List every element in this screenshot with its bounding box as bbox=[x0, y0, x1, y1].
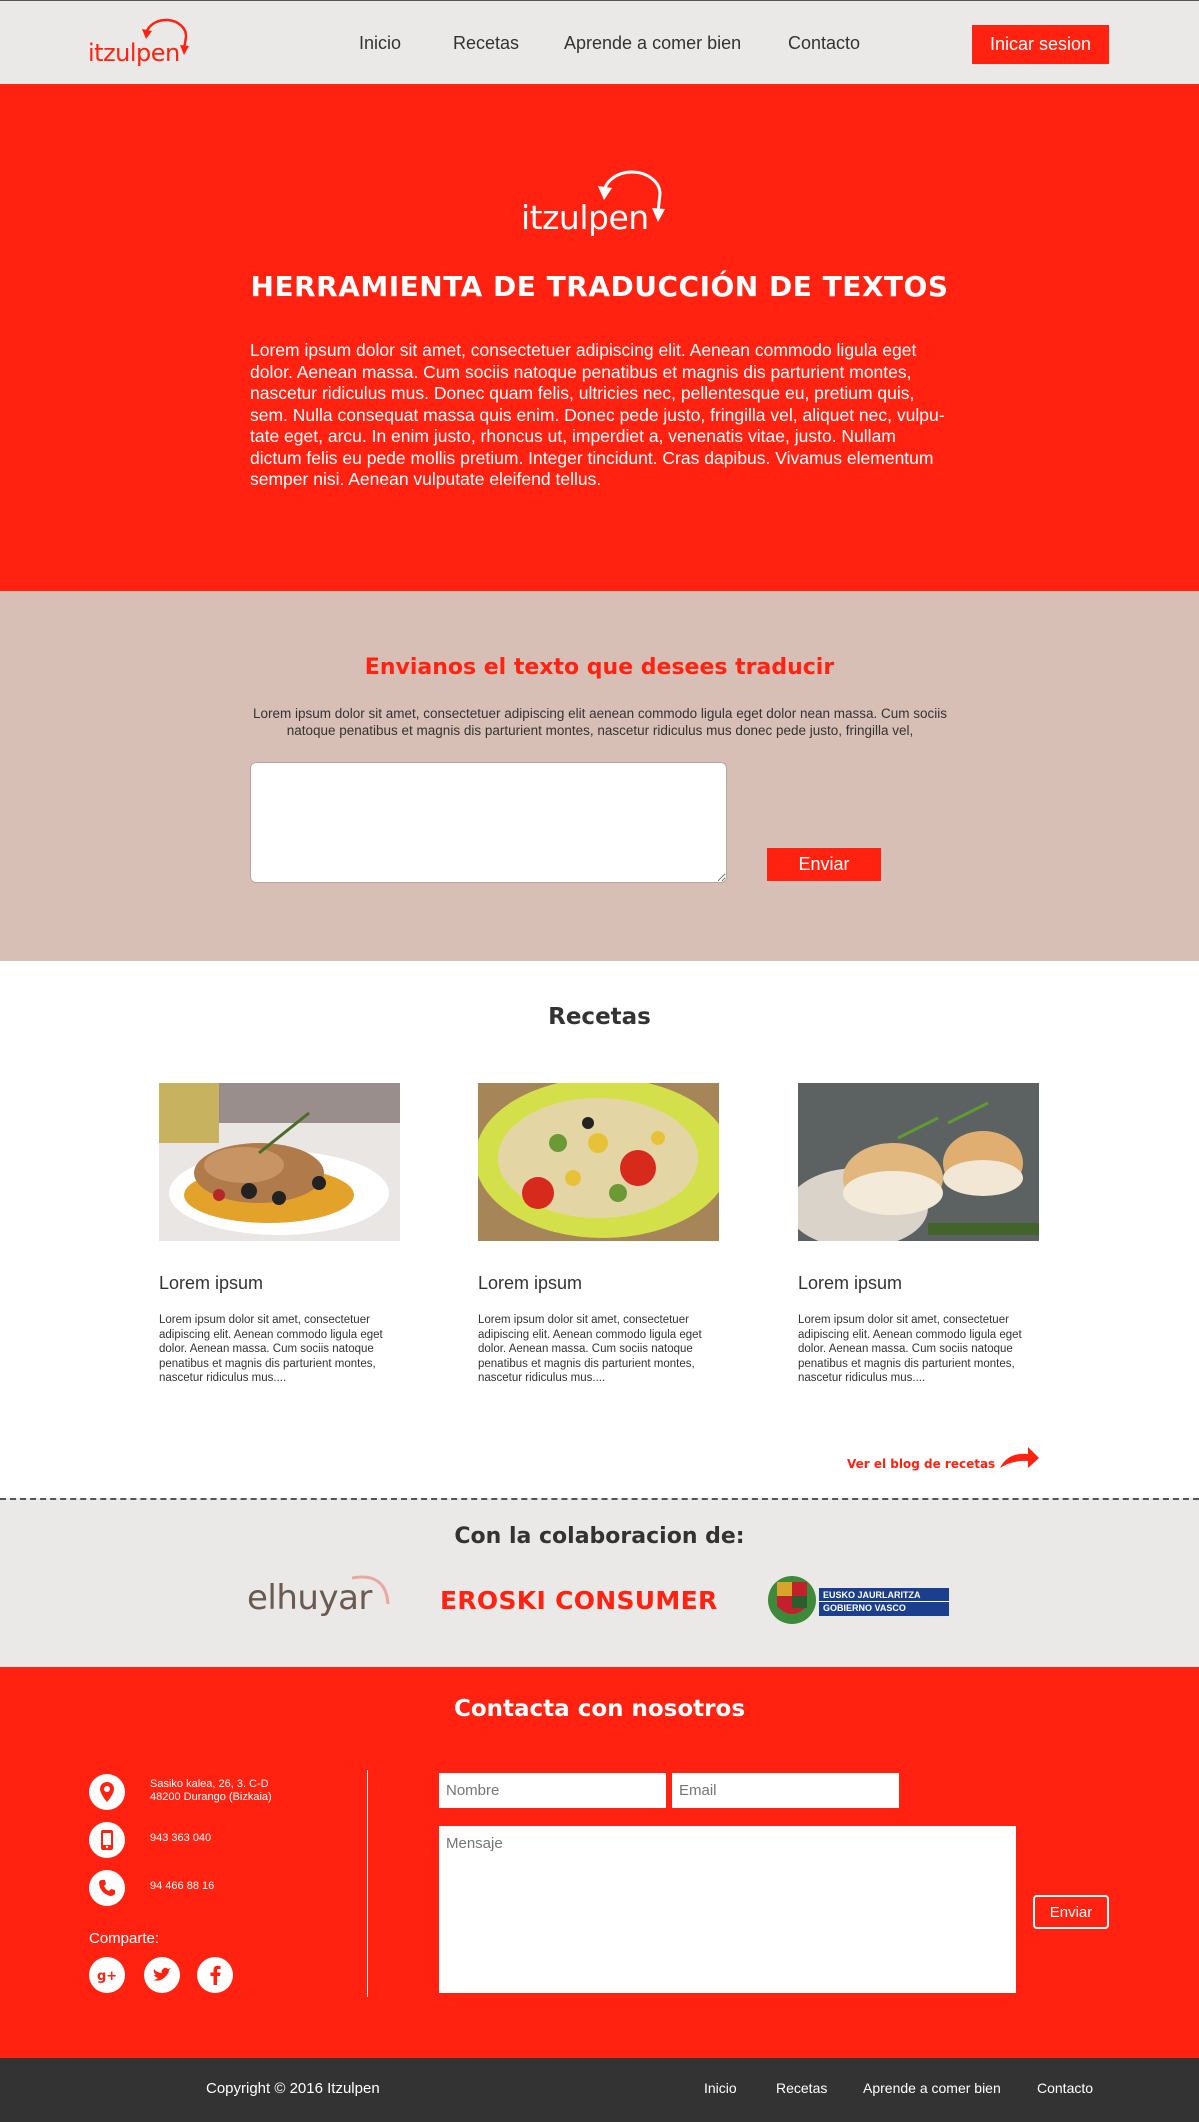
logo-text: itzulpen bbox=[88, 39, 180, 67]
site-header: itzulpen Inicio Recetas Aprende a comer … bbox=[0, 0, 1199, 84]
nav-inicio[interactable]: Inicio bbox=[359, 33, 401, 54]
phone-number: 94 466 88 16 bbox=[150, 1880, 215, 1892]
contact-divider bbox=[367, 1770, 368, 1997]
mobile-phone-icon bbox=[89, 1822, 125, 1858]
nav-contacto[interactable]: Contacto bbox=[788, 33, 860, 54]
google-plus-icon[interactable]: g+ bbox=[89, 1957, 125, 1993]
recipe-text: Lorem ipsum dolor sit amet, consectetuer… bbox=[159, 1314, 383, 1384]
nav-recetas[interactable]: Recetas bbox=[453, 33, 519, 54]
name-input[interactable] bbox=[439, 1773, 666, 1808]
recipes-title: Recetas bbox=[548, 1004, 651, 1030]
recipe-text: Lorem ipsum dolor sit amet, consectetuer… bbox=[798, 1314, 1022, 1384]
translate-send-button[interactable]: Enviar bbox=[767, 848, 881, 881]
translate-textarea[interactable] bbox=[250, 762, 727, 883]
email-input[interactable] bbox=[672, 1773, 899, 1808]
recipe-card[interactable]: Lorem ipsum Lorem ipsum dolor sit amet, … bbox=[478, 1083, 719, 1384]
address-line1: Sasiko kalea, 26, 3. C-D bbox=[150, 1778, 269, 1790]
facebook-icon[interactable] bbox=[197, 1957, 233, 1993]
phone-icon bbox=[89, 1870, 125, 1906]
recipe-title[interactable]: Lorem ipsum bbox=[478, 1273, 582, 1294]
translate-section: Envianos el texto que desees traducir Lo… bbox=[0, 591, 1199, 961]
translate-text: Lorem ipsum dolor sit amet, consectetuer… bbox=[252, 706, 948, 738]
gov-line1: EUSKO JAURLARITZA bbox=[819, 1588, 949, 1602]
hero-text: Lorem ipsum dolor sit amet, consectetuer… bbox=[250, 340, 945, 489]
shield-icon bbox=[768, 1576, 816, 1624]
recipe-card[interactable]: Lorem ipsum Lorem ipsum dolor sit amet, … bbox=[798, 1083, 1039, 1384]
elhuyar-swoosh-icon bbox=[351, 1575, 390, 1605]
hero-logo-text: itzulpen bbox=[521, 198, 649, 237]
recipe-image-salad[interactable] bbox=[478, 1083, 719, 1241]
site-footer: Copyright © 2016 Itzulpen Inicio Recetas… bbox=[0, 2058, 1199, 2122]
address-line2: 48200 Durango (Bizkaia) bbox=[150, 1791, 272, 1803]
collab-title: Con la colaboracion de: bbox=[454, 1524, 745, 1549]
footer-nav-aprende[interactable]: Aprende a comer bien bbox=[863, 2080, 1001, 2096]
nav-aprende[interactable]: Aprende a comer bien bbox=[564, 33, 741, 54]
recipe-text: Lorem ipsum dolor sit amet, consectetuer… bbox=[478, 1314, 702, 1384]
recipe-title[interactable]: Lorem ipsum bbox=[159, 1273, 263, 1294]
location-icon bbox=[89, 1774, 125, 1810]
collaboration-section: Con la colaboracion de: elhuyar EROSKI C… bbox=[0, 1498, 1199, 1667]
hero-section: itzulpen HERRAMIENTA DE TRADUCCIÓN DE TE… bbox=[0, 84, 1199, 591]
recipe-card[interactable]: Lorem ipsum Lorem ipsum dolor sit amet, … bbox=[159, 1083, 400, 1384]
blog-link[interactable]: Ver el blog de recetas bbox=[847, 1457, 995, 1471]
contact-section: Contacta con nosotros Sasiko kalea, 26, … bbox=[0, 1667, 1199, 2058]
gobierno-vasco-logo[interactable]: EUSKO JAURLARITZA GOBIERNO VASCO bbox=[767, 1574, 949, 1626]
copyright: Copyright © 2016 Itzulpen bbox=[206, 2080, 380, 2097]
recipe-image-scallops[interactable] bbox=[798, 1083, 1039, 1241]
mobile-number: 943 363 040 bbox=[150, 1832, 212, 1844]
contact-send-button[interactable]: Enviar bbox=[1033, 1895, 1109, 1929]
hero-title: HERRAMIENTA DE TRADUCCIÓN DE TEXTOS bbox=[250, 270, 949, 303]
address: Sasiko kalea, 26, 3. C-D 48200 Durango (… bbox=[150, 1778, 272, 1804]
footer-nav-inicio[interactable]: Inicio bbox=[704, 2080, 737, 2096]
login-button[interactable]: Inicar sesion bbox=[972, 25, 1109, 64]
share-label: Comparte: bbox=[89, 1930, 160, 1947]
recipe-image-chicken[interactable] bbox=[159, 1083, 400, 1241]
twitter-icon[interactable] bbox=[144, 1957, 180, 1993]
eroski-logo[interactable]: EROSKI CONSUMER bbox=[440, 1586, 718, 1615]
translate-title: Envianos el texto que desees traducir bbox=[364, 655, 835, 680]
footer-nav-contacto[interactable]: Contacto bbox=[1037, 2080, 1093, 2096]
recipe-title[interactable]: Lorem ipsum bbox=[798, 1273, 902, 1294]
contact-title: Contacta con nosotros bbox=[453, 1696, 746, 1722]
logo[interactable]: itzulpen bbox=[86, 15, 206, 67]
svg-text:g+: g+ bbox=[97, 1969, 117, 1983]
gov-line2: GOBIERNO VASCO bbox=[823, 1603, 906, 1613]
arrow-right-icon[interactable] bbox=[998, 1444, 1040, 1472]
hero-logo: itzulpen bbox=[520, 164, 690, 244]
message-textarea[interactable] bbox=[439, 1826, 1016, 1993]
footer-nav-recetas[interactable]: Recetas bbox=[776, 2080, 827, 2096]
gov-banner: EUSKO JAURLARITZA GOBIERNO VASCO bbox=[819, 1588, 949, 1616]
